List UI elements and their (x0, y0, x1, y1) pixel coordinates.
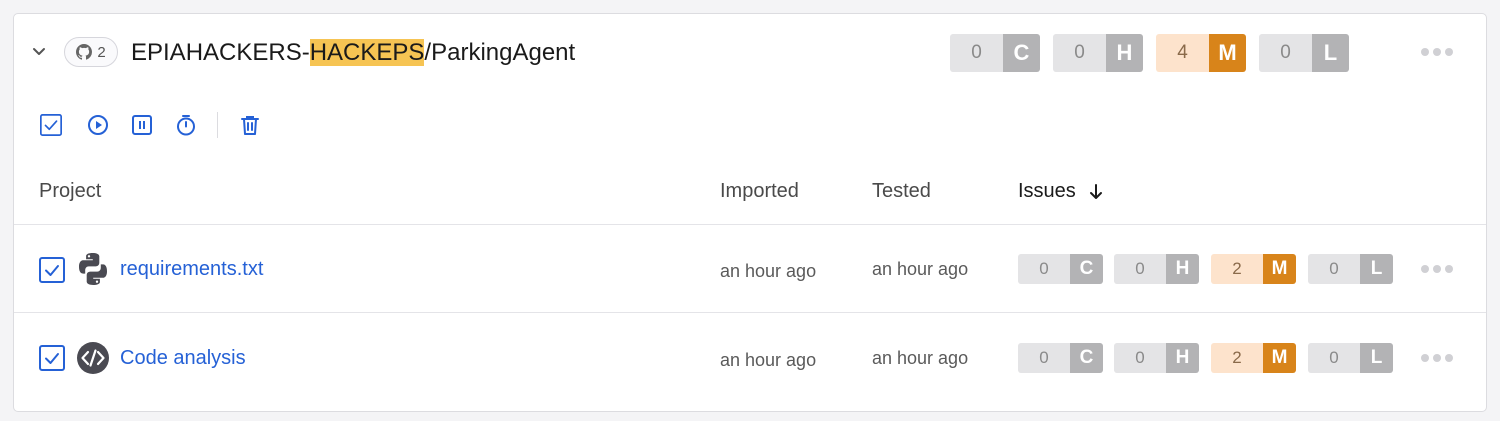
tested-time: an hour ago (872, 348, 969, 368)
group-more-menu-icon[interactable] (1421, 48, 1453, 56)
low-severity-badge: 0 L (1259, 34, 1349, 72)
medium-severity-badge: 4 M (1156, 34, 1246, 72)
pause-icon[interactable] (129, 112, 155, 138)
repo-title: EPIAHACKERS-HACKEPS/ParkingAgent (131, 38, 575, 68)
repo-count-badge: 2 (64, 37, 118, 67)
critical-severity-badge: 0 C (1018, 254, 1103, 284)
high-severity-badge: 0 H (1114, 254, 1199, 284)
python-icon (74, 250, 112, 288)
low-letter: L (1360, 254, 1393, 284)
critical-count: 0 (950, 34, 1003, 72)
project-link[interactable]: requirements.txt (120, 258, 263, 281)
column-header-tested[interactable]: Tested (872, 180, 931, 203)
critical-letter: C (1003, 34, 1040, 72)
row-more-menu-icon[interactable] (1421, 265, 1453, 273)
trash-icon[interactable] (237, 112, 263, 138)
column-header-issues-label: Issues (1018, 180, 1076, 202)
imported-time: an hour ago (720, 261, 817, 281)
repo-count: 2 (97, 43, 106, 61)
select-all-checkbox[interactable] (38, 112, 64, 138)
row-more-menu-icon[interactable] (1421, 354, 1453, 362)
medium-letter: M (1263, 343, 1296, 373)
low-letter: L (1360, 343, 1393, 373)
medium-count: 4 (1156, 34, 1209, 72)
repo-name: /ParkingAgent (424, 39, 576, 66)
tested-time: an hour ago (872, 259, 969, 279)
medium-severity-badge: 2 M (1211, 343, 1296, 373)
high-letter: H (1166, 254, 1199, 284)
column-header-issues[interactable]: Issues (1018, 180, 1104, 203)
high-letter: H (1166, 343, 1199, 373)
medium-letter: M (1209, 34, 1246, 72)
code-icon (74, 339, 112, 377)
header-divider (14, 224, 1486, 225)
low-count: 0 (1259, 34, 1312, 72)
critical-severity-badge: 0 C (950, 34, 1040, 72)
repo-owner-prefix: EPIAHACKERS- (131, 39, 310, 66)
high-letter: H (1106, 34, 1143, 72)
low-letter: L (1312, 34, 1349, 72)
row-divider (14, 312, 1486, 313)
low-count: 0 (1308, 254, 1360, 284)
timer-icon[interactable] (173, 112, 199, 138)
high-count: 0 (1053, 34, 1106, 72)
high-severity-badge: 0 H (1114, 343, 1199, 373)
chevron-down-icon[interactable] (30, 43, 48, 61)
low-severity-badge: 0 L (1308, 343, 1393, 373)
critical-severity-badge: 0 C (1018, 343, 1103, 373)
high-severity-badge: 0 H (1053, 34, 1143, 72)
run-test-icon[interactable] (85, 112, 111, 138)
medium-count: 2 (1211, 254, 1263, 284)
group-header: 2 EPIAHACKERS-HACKEPS/ParkingAgent 0 C 0… (14, 14, 1486, 90)
critical-letter: C (1070, 343, 1103, 373)
high-count: 0 (1114, 343, 1166, 373)
high-count: 0 (1114, 254, 1166, 284)
project-group-card: 2 EPIAHACKERS-HACKEPS/ParkingAgent 0 C 0… (13, 13, 1487, 412)
critical-count: 0 (1018, 254, 1070, 284)
toolbar-divider (217, 112, 218, 138)
sort-arrow-down-icon (1089, 183, 1102, 199)
column-header-imported[interactable]: Imported (720, 180, 799, 203)
low-severity-badge: 0 L (1308, 254, 1393, 284)
row-checkbox[interactable] (39, 257, 65, 283)
low-count: 0 (1308, 343, 1360, 373)
critical-letter: C (1070, 254, 1103, 284)
search-highlight: HACKEPS (309, 39, 425, 66)
github-icon (76, 44, 93, 60)
project-link[interactable]: Code analysis (120, 347, 246, 370)
medium-letter: M (1263, 254, 1296, 284)
medium-severity-badge: 2 M (1211, 254, 1296, 284)
imported-time: an hour ago (720, 350, 817, 370)
critical-count: 0 (1018, 343, 1070, 373)
column-header-project[interactable]: Project (39, 180, 101, 203)
medium-count: 2 (1211, 343, 1263, 373)
row-checkbox[interactable] (39, 345, 65, 371)
